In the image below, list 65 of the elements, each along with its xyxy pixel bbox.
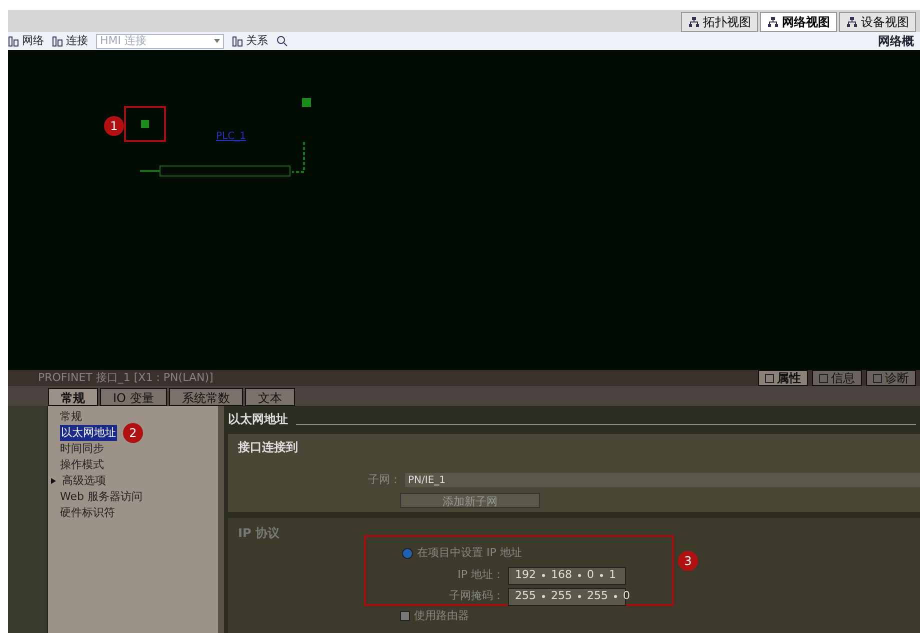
tab-icon xyxy=(873,374,882,382)
tab-icon xyxy=(819,374,828,382)
device-box[interactable] xyxy=(124,106,166,142)
callout-badge: 3 xyxy=(678,551,698,571)
property-tab[interactable]: 系统常数 xyxy=(168,388,243,406)
network-icon xyxy=(767,16,779,28)
octet-value: 0 xyxy=(623,588,630,604)
dot-separator xyxy=(578,574,581,577)
dot-separator xyxy=(614,595,617,598)
nav-item[interactable]: 硬件标识符 xyxy=(60,504,115,522)
toolbar-button[interactable]: 网络 xyxy=(8,32,44,50)
view-tab[interactable]: 设备视图 xyxy=(839,12,916,32)
node-icon xyxy=(232,36,243,46)
dot-separator xyxy=(600,574,603,577)
field-label: 子网掩码： xyxy=(449,588,504,604)
node-icon xyxy=(8,36,19,46)
radio-label: 在项目中设置 IP 地址 xyxy=(417,545,522,561)
section-heading: 以太网地址 xyxy=(228,411,288,428)
dropdown-placeholder: HMI 连接 xyxy=(100,32,147,49)
address-field[interactable]: 192 168 0 1 xyxy=(508,566,626,584)
property-tab[interactable]: 文本 xyxy=(244,388,295,406)
radio-button[interactable] xyxy=(402,548,413,559)
view-tab[interactable]: 拓扑视图 xyxy=(681,12,758,32)
nav-item[interactable]: 常规 xyxy=(60,408,82,426)
checkbox-label: 使用路由器 xyxy=(414,608,469,624)
callout-badge: 1 xyxy=(104,116,124,136)
dot-separator xyxy=(542,595,545,598)
property-tab[interactable]: 常规 xyxy=(48,388,98,406)
dot-separator xyxy=(578,595,581,598)
tab-icon xyxy=(765,374,774,382)
nav-item[interactable]: 高级选项 xyxy=(62,472,106,490)
overview-tab[interactable]: 网络概 xyxy=(878,32,914,50)
subnet-dropdown[interactable]: PN/IE_1 xyxy=(405,473,920,488)
toolbar-button[interactable]: 连接 xyxy=(52,32,88,50)
expand-arrow-icon[interactable] xyxy=(50,478,56,484)
inspector-title: PROFINET 接口_1 [X1 : PN(LAN)] xyxy=(38,370,214,386)
section-title: IP 协议 xyxy=(238,525,280,542)
caret-icon xyxy=(214,39,220,43)
view-tab[interactable]: 网络视图 xyxy=(760,12,837,32)
inspector-tab[interactable]: 信息 xyxy=(812,370,862,386)
octet-value: 192 xyxy=(515,567,536,584)
dot-separator xyxy=(542,574,545,577)
octet-value: 168 xyxy=(551,567,572,584)
callout-badge: 2 xyxy=(123,423,143,443)
section-title: 接口连接到 xyxy=(236,439,299,456)
octet-value: 255 xyxy=(551,588,572,604)
octet-value: 255 xyxy=(515,588,536,604)
inspector-tab[interactable]: 诊断 xyxy=(866,370,916,386)
property-tab[interactable]: IO 变量 xyxy=(100,388,167,406)
checkbox[interactable] xyxy=(400,611,410,622)
toolbar-button[interactable]: 关系 xyxy=(232,32,268,50)
nav-item[interactable]: Web 服务器访问 xyxy=(60,488,142,506)
subnet-label: 子网： xyxy=(368,472,401,488)
zoom-icon xyxy=(276,35,288,47)
network-icon xyxy=(688,16,700,28)
inspector-tab[interactable]: 属性 xyxy=(758,370,808,386)
field-label: IP 地址： xyxy=(458,567,504,584)
octet-value: 1 xyxy=(609,567,616,584)
octet-value: 255 xyxy=(587,588,608,604)
octet-value: 0 xyxy=(587,567,594,584)
node-icon xyxy=(52,36,63,46)
nav-item[interactable]: 操作模式 xyxy=(60,456,104,474)
nav-item[interactable]: 时间同步 xyxy=(60,440,104,458)
nav-item[interactable]: 以太网地址 xyxy=(60,424,117,442)
network-icon xyxy=(846,16,858,28)
